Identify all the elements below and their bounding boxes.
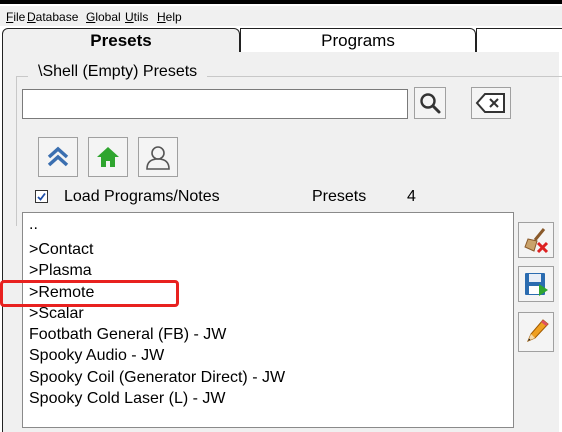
window-top-edge (0, 0, 562, 4)
backspace-clear-icon (475, 93, 505, 113)
user-button[interactable] (138, 137, 178, 177)
up-level-button[interactable] (38, 137, 78, 177)
clear-button[interactable] (471, 87, 511, 119)
floppy-save-icon (525, 273, 548, 296)
presets-count-label: Presets (312, 188, 367, 205)
delete-button[interactable] (518, 222, 554, 258)
menu-file[interactable]: File (6, 10, 25, 24)
tab-extra[interactable] (476, 28, 562, 52)
tab-presets[interactable]: Presets (2, 28, 240, 52)
save-button[interactable] (518, 266, 554, 302)
group-border-left (16, 76, 17, 226)
edit-button[interactable] (518, 312, 554, 352)
menu-utils[interactable]: Utils (125, 10, 148, 24)
remote-highlight-box (0, 280, 179, 307)
menu-global[interactable]: Global (86, 10, 121, 24)
load-programs-label: Load Programs/Notes (64, 188, 220, 205)
broom-delete-icon (524, 228, 549, 254)
list-item-scalar[interactable]: >Scalar (29, 304, 84, 324)
search-input[interactable] (22, 89, 408, 119)
pencil-edit-icon (527, 319, 549, 342)
group-title: \Shell (Empty) Presets (28, 62, 208, 82)
presets-list[interactable]: .. >Contact >Plasma >Remote >Scalar Foot… (22, 212, 514, 428)
list-item-spooky-coil[interactable]: Spooky Coil (Generator Direct) - JW (29, 368, 285, 388)
home-icon (97, 147, 119, 167)
presets-count-value: 4 (407, 188, 416, 205)
tab-strip: Presets Programs (0, 28, 562, 52)
search-button[interactable] (414, 87, 446, 119)
list-item-plasma[interactable]: >Plasma (29, 261, 92, 281)
magnifier-icon (420, 93, 441, 114)
list-item-parent[interactable]: .. (29, 217, 38, 233)
list-item-spooky-cold-laser[interactable]: Spooky Cold Laser (L) - JW (29, 389, 226, 409)
double-chevron-up-icon (47, 146, 69, 167)
menu-bar: File Database Global Utils Help (0, 6, 562, 26)
checkmark-icon (37, 192, 46, 201)
load-programs-checkbox[interactable] (35, 190, 48, 203)
tab-programs[interactable]: Programs (240, 28, 476, 52)
menu-database[interactable]: Database (27, 10, 78, 24)
list-item-contact[interactable]: >Contact (29, 240, 93, 260)
user-icon (146, 146, 170, 170)
list-item-spooky-audio[interactable]: Spooky Audio - JW (29, 346, 164, 366)
home-button[interactable] (88, 137, 128, 177)
menu-help[interactable]: Help (157, 10, 182, 24)
list-item-footbath[interactable]: Footbath General (FB) - JW (29, 325, 226, 345)
